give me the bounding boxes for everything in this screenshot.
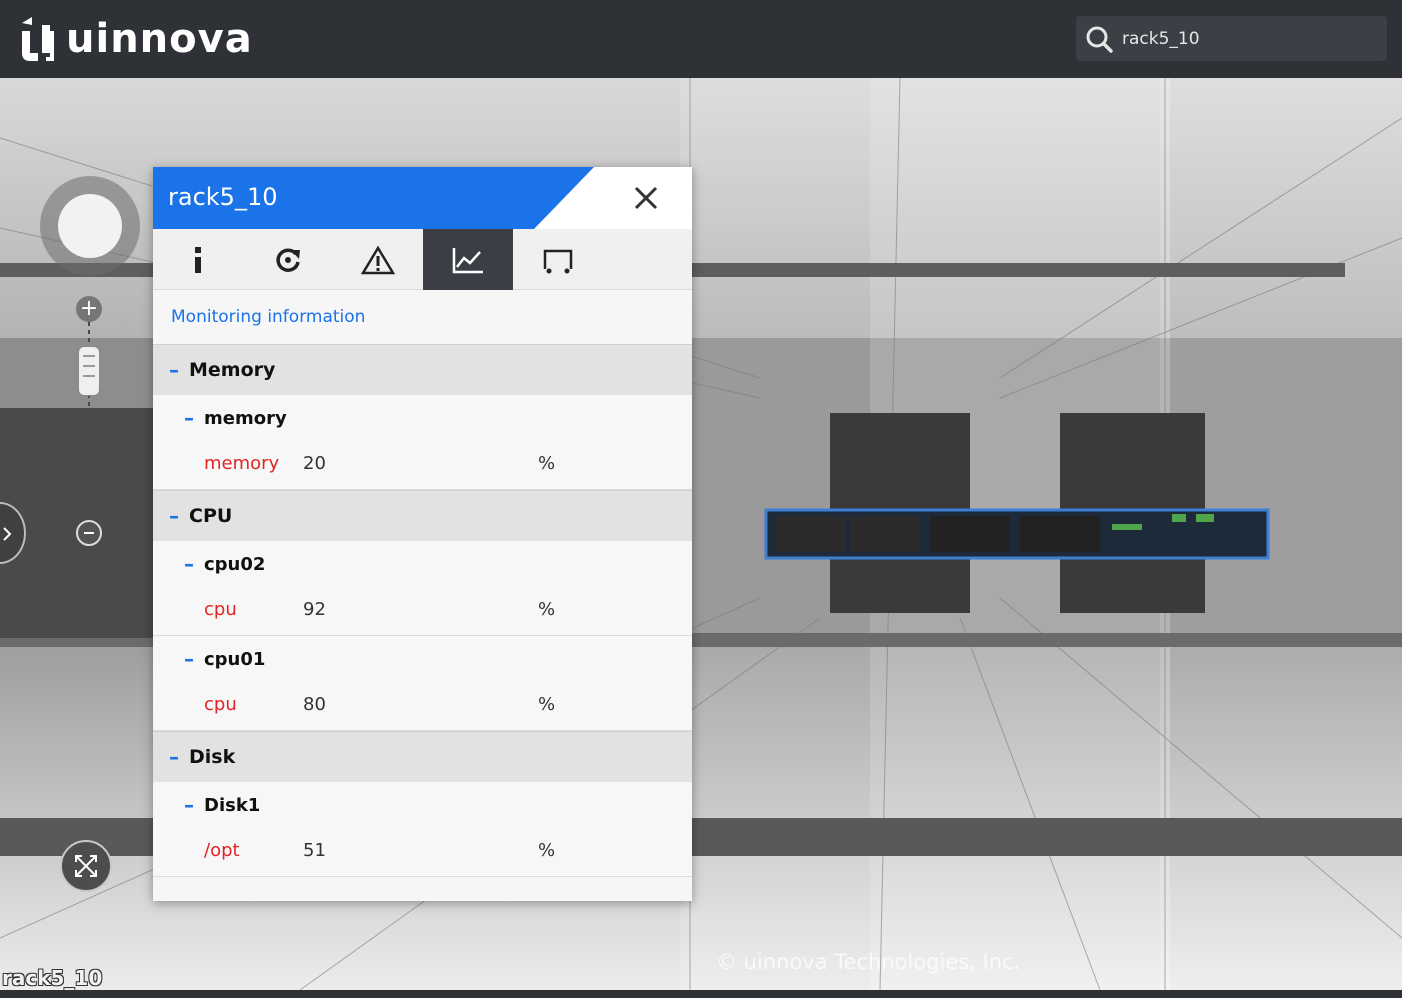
metric-row: memory 20 % bbox=[153, 441, 692, 490]
sub-header-memory[interactable]: – memory bbox=[153, 395, 692, 441]
metric-unit: % bbox=[538, 840, 556, 861]
zoom-out-button[interactable] bbox=[76, 520, 102, 546]
top-bar: uinnova bbox=[0, 0, 1402, 78]
warning-icon bbox=[361, 245, 395, 274]
port-icon bbox=[543, 249, 573, 273]
line-chart-icon bbox=[452, 247, 483, 273]
chevron-right-icon bbox=[3, 527, 12, 541]
sub-label: cpu02 bbox=[204, 553, 266, 575]
object-info-panel: rack5_10 Monitoring information – Memory… bbox=[153, 167, 692, 901]
refresh-icon bbox=[276, 248, 300, 272]
metric-unit: % bbox=[538, 453, 556, 474]
search-icon[interactable] bbox=[1084, 24, 1114, 54]
navigation-pad[interactable] bbox=[40, 176, 140, 276]
tab-ports[interactable] bbox=[513, 229, 603, 290]
panel-tabbar bbox=[153, 229, 692, 290]
metric-row: cpu 92 % bbox=[153, 587, 692, 636]
sub-label: cpu01 bbox=[204, 648, 266, 670]
collapse-icon[interactable]: – bbox=[184, 406, 194, 430]
metric-row: /opt 51 % bbox=[153, 828, 692, 877]
metric-row: cpu 80 % bbox=[153, 682, 692, 731]
zoom-slider-thumb[interactable] bbox=[78, 346, 100, 396]
tab-alarms[interactable] bbox=[333, 229, 423, 290]
bottom-bar bbox=[0, 990, 1402, 998]
pan-control-icon[interactable] bbox=[58, 194, 122, 258]
group-label: CPU bbox=[189, 505, 233, 527]
metric-name: cpu bbox=[204, 599, 237, 620]
selected-object-label: rack5_10 bbox=[2, 966, 103, 990]
metric-value: 92 bbox=[303, 599, 326, 620]
metric-name: cpu bbox=[204, 694, 237, 715]
metric-name: /opt bbox=[204, 840, 240, 861]
metric-unit: % bbox=[538, 694, 556, 715]
group-label: Disk bbox=[189, 746, 236, 768]
collapse-icon[interactable]: – bbox=[184, 552, 194, 576]
group-label: Memory bbox=[189, 359, 276, 381]
sub-label: Disk1 bbox=[204, 794, 261, 816]
sub-label: memory bbox=[204, 407, 287, 429]
tab-info[interactable] bbox=[153, 229, 243, 290]
monitoring-groups: – Memory – memory memory 20 % – CPU – cp… bbox=[153, 344, 692, 877]
search-input[interactable] bbox=[1122, 28, 1372, 49]
metric-value: 80 bbox=[303, 694, 326, 715]
fullscreen-icon bbox=[75, 855, 97, 877]
group-header-memory[interactable]: – Memory bbox=[153, 344, 692, 395]
logo-mark-icon bbox=[22, 17, 54, 61]
monitoring-information-heading[interactable]: Monitoring information bbox=[171, 307, 365, 327]
logo: uinnova bbox=[18, 12, 253, 66]
info-icon bbox=[195, 246, 201, 273]
panel-header: rack5_10 bbox=[153, 167, 692, 229]
collapse-icon[interactable]: – bbox=[184, 647, 194, 671]
collapse-icon[interactable]: – bbox=[169, 504, 179, 528]
fullscreen-button[interactable] bbox=[60, 840, 112, 892]
metric-value: 51 bbox=[303, 840, 326, 861]
sub-header-cpu01[interactable]: – cpu01 bbox=[153, 636, 692, 682]
metric-value: 20 bbox=[303, 453, 326, 474]
panel-title: rack5_10 bbox=[168, 183, 278, 211]
logo-text: uinnova bbox=[66, 16, 253, 62]
metric-unit: % bbox=[538, 599, 556, 620]
metric-name: memory bbox=[204, 453, 280, 474]
tab-refresh[interactable] bbox=[243, 229, 333, 290]
zoom-in-button[interactable]: + bbox=[76, 296, 102, 322]
search-box[interactable] bbox=[1076, 16, 1387, 61]
sub-header-cpu02[interactable]: – cpu02 bbox=[153, 541, 692, 587]
group-header-cpu[interactable]: – CPU bbox=[153, 490, 692, 541]
sub-header-disk1[interactable]: – Disk1 bbox=[153, 782, 692, 828]
copyright-watermark: © uinnova Technologies, Inc. bbox=[716, 950, 1021, 974]
collapse-icon[interactable]: – bbox=[169, 745, 179, 769]
collapse-icon[interactable]: – bbox=[184, 793, 194, 817]
tab-monitoring[interactable] bbox=[423, 229, 513, 290]
close-icon[interactable] bbox=[631, 183, 661, 213]
collapse-icon[interactable]: – bbox=[169, 358, 179, 382]
group-header-disk[interactable]: – Disk bbox=[153, 731, 692, 782]
